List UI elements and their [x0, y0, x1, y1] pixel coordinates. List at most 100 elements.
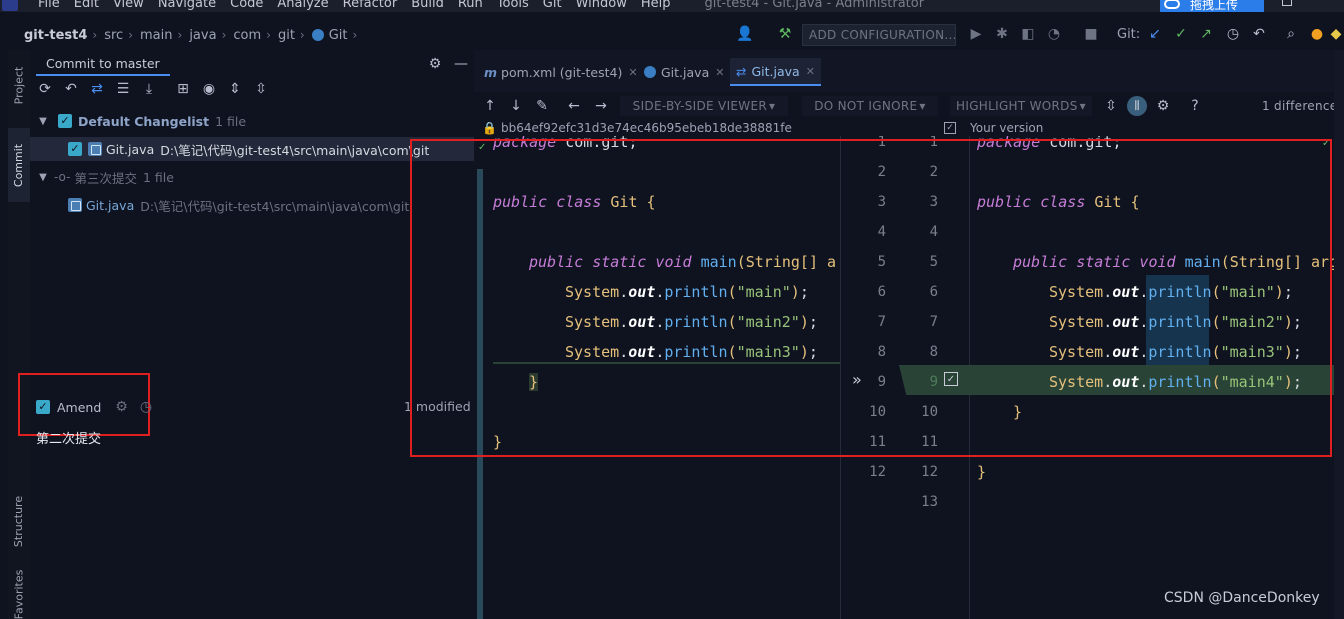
update-notification-icon[interactable]: ●: [1308, 25, 1326, 43]
sync-scroll-icon[interactable]: ⫼: [1127, 96, 1147, 116]
menu-navigate[interactable]: Navigate: [158, 0, 216, 11]
git-commit-icon[interactable]: ✓: [1172, 25, 1190, 43]
group-by-icon[interactable]: ⊞: [174, 80, 192, 98]
caret-down-icon: ▾: [919, 99, 926, 113]
breadcrumb-com[interactable]: com: [233, 28, 261, 43]
code-line: System.out.println("main");: [1049, 283, 1293, 301]
breadcrumb-java[interactable]: java: [189, 28, 216, 43]
coverage-icon[interactable]: ◧: [1019, 25, 1037, 43]
gear-icon[interactable]: ⚙: [426, 55, 444, 73]
line-number: 5: [877, 254, 886, 270]
breadcrumb-git[interactable]: git: [278, 28, 295, 43]
menu-file[interactable]: File: [38, 0, 60, 11]
menu-git[interactable]: Git: [543, 0, 562, 11]
include-change-checkbox[interactable]: ✓: [944, 372, 958, 386]
changelist-icon[interactable]: ☰: [114, 80, 132, 98]
menu-view[interactable]: View: [113, 0, 144, 11]
collapse-unchanged-icon[interactable]: ⇳: [1102, 97, 1120, 115]
amend-row: ✓ Amend ⚙ ◷: [36, 398, 152, 416]
upload-button[interactable]: 拖拽上传: [1160, 0, 1264, 12]
tab-commit-to-master[interactable]: Commit to master: [36, 52, 170, 76]
menu-help[interactable]: Help: [641, 0, 671, 11]
previous-difference-icon[interactable]: ↑: [481, 97, 499, 115]
menu-build[interactable]: Build: [411, 0, 444, 11]
gear-icon[interactable]: ⚙: [115, 399, 128, 415]
changelist-row[interactable]: ▼ ✓ Default Changelist 1 file: [30, 109, 474, 133]
next-difference-icon[interactable]: ↓: [507, 97, 525, 115]
file-path: D:\笔记\代码\git-test4\src\main\java\com\git: [160, 142, 430, 158]
tab-favorites[interactable]: Favorites: [8, 570, 30, 619]
close-icon[interactable]: ✕: [715, 66, 724, 79]
commit-group-row[interactable]: ▼ -o- 第三次提交 1 file: [30, 165, 474, 189]
breadcrumb-class[interactable]: Git: [329, 28, 348, 43]
help-icon[interactable]: ?: [1186, 97, 1204, 115]
arrow-left-icon[interactable]: ←: [565, 97, 583, 115]
breadcrumb-src[interactable]: src: [104, 28, 123, 43]
line-number: 1: [877, 136, 886, 150]
tab-structure[interactable]: Structure: [8, 482, 30, 560]
menu-edit[interactable]: Edit: [74, 0, 99, 11]
menu-run[interactable]: Run: [458, 0, 483, 11]
breadcrumb-project[interactable]: git-test4: [24, 28, 87, 43]
refresh-icon[interactable]: ⟳: [36, 80, 54, 98]
run-configuration-select[interactable]: ADD CONFIGURATION...: [802, 24, 956, 46]
build-hammer-icon[interactable]: ⚒: [776, 25, 794, 43]
close-icon[interactable]: ✕: [628, 66, 637, 79]
menu-tools[interactable]: Tools: [497, 0, 529, 11]
debug-icon[interactable]: ✱: [993, 25, 1011, 43]
profiler-icon[interactable]: ◔: [1045, 25, 1063, 43]
git-push-icon[interactable]: ↗: [1197, 25, 1215, 43]
minimize-icon[interactable]: —: [452, 55, 470, 73]
clock-icon[interactable]: ◷: [140, 399, 152, 415]
tab-project[interactable]: Project: [8, 54, 30, 116]
run-icon[interactable]: ▶: [967, 25, 985, 43]
plugin-icon[interactable]: ◆: [1330, 25, 1342, 43]
tab-commit[interactable]: Commit: [8, 128, 30, 202]
chevron-down-icon[interactable]: ▼: [36, 172, 50, 183]
file-row[interactable]: ✓ Git.java D:\笔记\代码\git-test4\src\main\j…: [30, 137, 474, 161]
menu-analyze[interactable]: Analyze: [277, 0, 328, 11]
show-diff-icon[interactable]: ⇄: [88, 80, 106, 98]
stop-icon[interactable]: ■: [1082, 25, 1100, 43]
menu-code[interactable]: Code: [230, 0, 263, 11]
arrow-right-icon[interactable]: →: [592, 97, 610, 115]
line-number: 7: [877, 314, 886, 330]
search-icon[interactable]: ⌕: [1282, 25, 1300, 43]
rollback-icon[interactable]: ↶: [1250, 25, 1268, 43]
breadcrumb-main[interactable]: main: [140, 28, 172, 43]
java-class-icon: [644, 66, 656, 78]
highlight-mode-select[interactable]: HIGHLIGHT WORDS ▾: [950, 96, 1092, 116]
viewer-mode-select[interactable]: SIDE-BY-SIDE VIEWER ▾: [620, 96, 788, 116]
close-icon[interactable]: ✕: [806, 65, 815, 78]
edit-icon[interactable]: ✎: [533, 97, 551, 115]
left-gutter-bar: [477, 169, 483, 619]
user-icon[interactable]: 👤: [736, 25, 754, 43]
amend-label[interactable]: Amend: [57, 400, 101, 415]
menu-bar: File Edit View Navigate Code Analyze Ref…: [0, 0, 1344, 12]
menu-window[interactable]: Window: [576, 0, 627, 11]
menu-refactor[interactable]: Refactor: [343, 0, 398, 11]
commit-file-row[interactable]: Git.java D:\笔记\代码\git-test4\src\main\jav…: [30, 193, 474, 217]
line-number: 12: [869, 464, 886, 480]
tab-git-java[interactable]: Git.java ✕: [638, 58, 730, 86]
chevron-down-icon[interactable]: ▼: [36, 116, 50, 127]
expand-all-icon[interactable]: ⇕: [226, 80, 244, 98]
commit-message-input[interactable]: 第二次提交: [36, 428, 101, 447]
amend-checkbox[interactable]: ✓: [36, 400, 50, 414]
view-options-icon[interactable]: ◉: [200, 80, 218, 98]
file-checkbox[interactable]: ✓: [68, 142, 82, 156]
shelve-icon[interactable]: ⤓: [140, 80, 158, 98]
maximize-icon[interactable]: [1282, 0, 1292, 6]
ignore-mode-select[interactable]: DO NOT IGNORE ▾: [802, 96, 938, 116]
tab-git-java-diff[interactable]: ⇄ Git.java ✕: [730, 58, 821, 86]
checkbox-icon[interactable]: ✓: [944, 122, 956, 134]
collapse-all-icon[interactable]: ⇳: [252, 80, 270, 98]
gear-icon[interactable]: ⚙: [1154, 97, 1172, 115]
apply-change-icon[interactable]: »: [852, 370, 862, 389]
tab-pom-xml[interactable]: m pom.xml (git-test4) ✕: [478, 58, 644, 86]
history-icon[interactable]: ◷: [1224, 25, 1242, 43]
changelist-checkbox[interactable]: ✓: [58, 114, 72, 128]
rollback-icon[interactable]: ↶: [62, 80, 80, 98]
maven-icon: m: [484, 64, 498, 80]
git-update-icon[interactable]: ↙: [1146, 25, 1164, 43]
